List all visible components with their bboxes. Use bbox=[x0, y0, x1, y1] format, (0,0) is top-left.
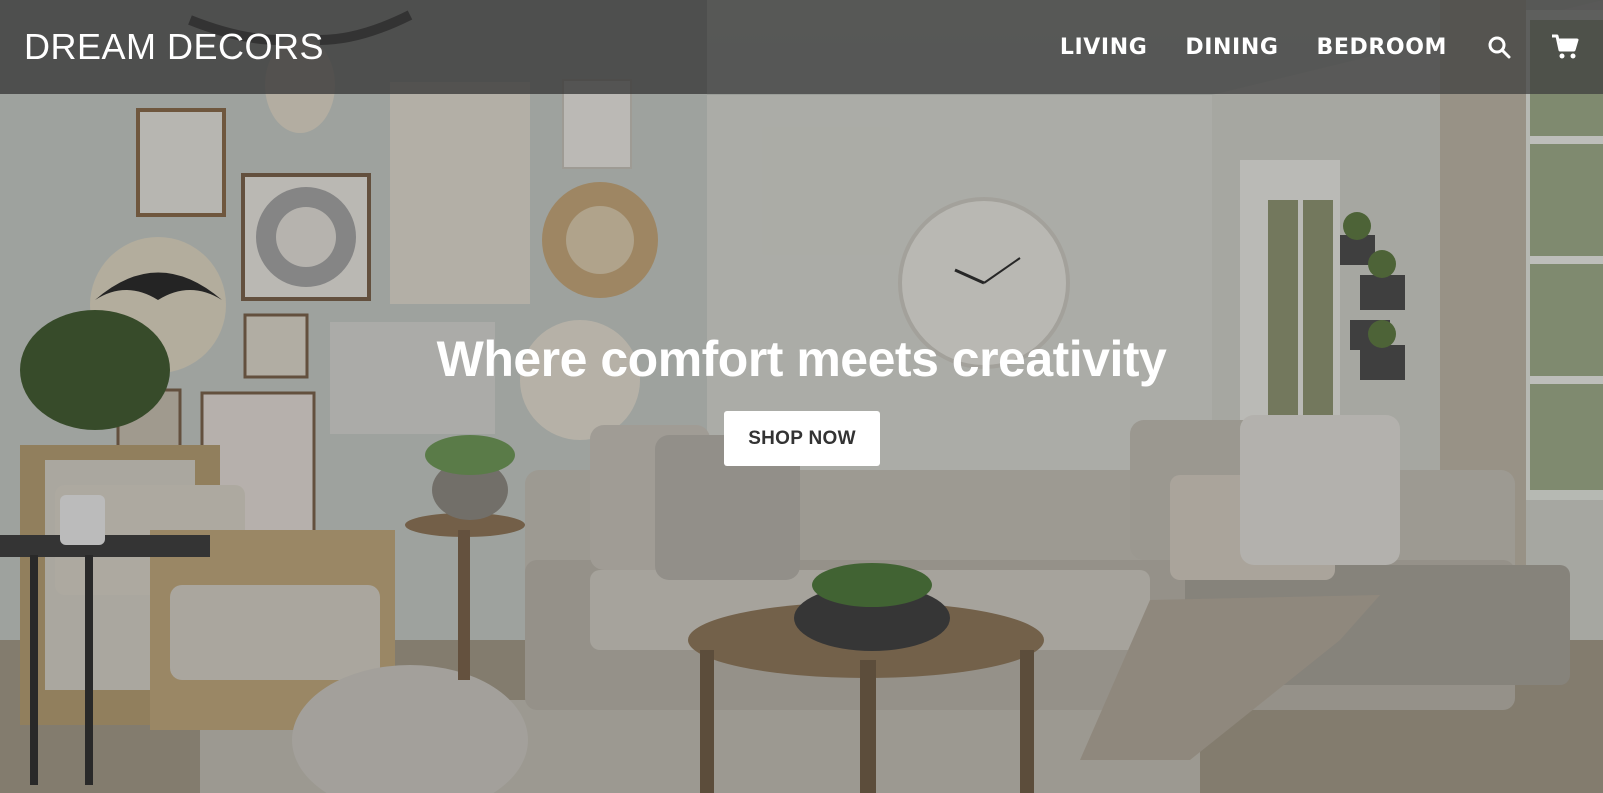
hero-headline: Where comfort meets creativity bbox=[436, 331, 1167, 387]
cart-icon[interactable] bbox=[1551, 33, 1579, 61]
hero-background-image bbox=[0, 0, 1603, 793]
nav-link-dining[interactable]: DINING bbox=[1185, 35, 1278, 60]
search-icon[interactable] bbox=[1485, 33, 1513, 61]
top-navigation-bar: DREAM DECORS LIVING DINING BEDROOM bbox=[0, 0, 1603, 94]
hero-banner: DREAM DECORS LIVING DINING BEDROOM Where… bbox=[0, 0, 1603, 793]
shop-now-button[interactable]: SHOP NOW bbox=[724, 411, 880, 466]
brand-logo-link[interactable]: DREAM DECORS bbox=[24, 26, 324, 68]
nav-link-bedroom[interactable]: BEDROOM bbox=[1317, 35, 1448, 60]
nav-link-living[interactable]: LIVING bbox=[1060, 35, 1148, 60]
main-nav: LIVING DINING BEDROOM bbox=[1060, 33, 1579, 61]
